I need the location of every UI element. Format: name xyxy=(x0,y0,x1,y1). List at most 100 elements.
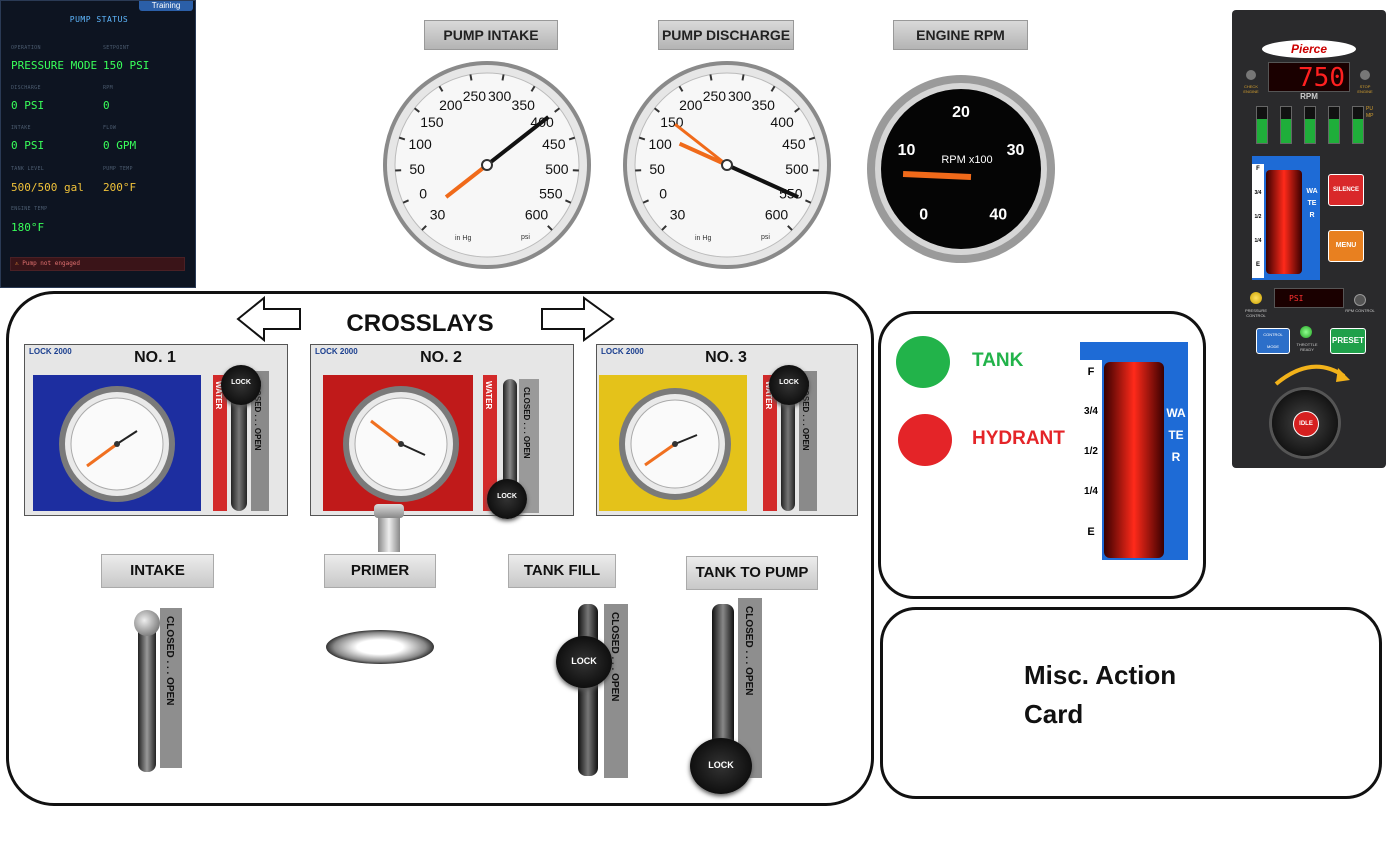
closed-open-text: CLOSED . . . OPEN xyxy=(743,606,754,696)
gauge-tick-label: 250 xyxy=(703,88,727,104)
lock-knob-label: LOCK xyxy=(571,656,597,666)
status-label-intake: INTAKE xyxy=(11,125,31,131)
throttle-ready-label: THROTTLE READY xyxy=(1296,342,1318,352)
throttle-ready-light xyxy=(1300,326,1312,338)
closed-open-text: CLOSED . . . OPEN xyxy=(164,616,175,706)
intake-gauge: 30050100150200250300350400450500550600in… xyxy=(383,61,591,269)
crosslay-card-1[interactable]: LOCK 2000 NO. 1 WATER CLOSED . . . OPEN … xyxy=(24,344,288,516)
level-label: E xyxy=(1087,526,1095,538)
pierce-pressure-governor: Pierce 750 RPM CHECK ENGINE STOP ENGINE … xyxy=(1232,10,1386,468)
rpm-readout-label: RPM xyxy=(1300,92,1318,101)
gauge-tick-label: 450 xyxy=(542,136,566,152)
primer-label: PRIMER xyxy=(324,554,436,588)
status-bar-4 xyxy=(1328,106,1340,144)
rpm-tick-label: 30 xyxy=(1007,142,1025,159)
intake-closed-open-scale: CLOSED . . . OPEN xyxy=(160,608,182,768)
gauge-tick-label: 300 xyxy=(488,88,512,104)
pierce-tank-level: F 3/4 1/2 1/4 E WATER xyxy=(1252,156,1320,280)
misc-action-text: Misc. Action Card xyxy=(1024,656,1176,734)
stop-engine-label: STOP ENGINE xyxy=(1357,84,1373,94)
psi-readout: PSI xyxy=(1274,288,1344,308)
pierce-level-scale: F 3/4 1/2 1/4 E xyxy=(1252,164,1264,278)
status-value-pump-temp: 200°F xyxy=(103,181,137,194)
water-tag-text: WATER xyxy=(484,381,493,410)
level-label: 3/4 xyxy=(1254,190,1262,196)
status-value-tank: 500/500 gal xyxy=(11,181,84,194)
menu-button[interactable]: MENU xyxy=(1328,230,1364,262)
intake-gauge-label: PUMP INTAKE xyxy=(424,20,558,50)
lock-knob-label: LOCK xyxy=(779,379,799,386)
pump-status-panel: Training PUMP STATUS OPERATION SETPOINT … xyxy=(0,0,196,288)
gauge-tick-label: 0 xyxy=(419,186,427,202)
idle-button[interactable]: IDLE xyxy=(1293,411,1319,437)
gauge-tick-mark xyxy=(469,74,473,81)
status-value-operation: PRESSURE MODE xyxy=(11,59,98,72)
status-value-flow: 0 GPM xyxy=(103,139,137,152)
tank-to-pump-lock-knob-icon[interactable]: LOCK xyxy=(690,738,752,794)
check-engine-light xyxy=(1246,70,1256,80)
stop-engine-light xyxy=(1360,70,1370,80)
discharge-gauge-label: PUMP DISCHARGE xyxy=(658,20,794,50)
control-mode-button[interactable]: CONTROL MODE xyxy=(1256,328,1290,354)
gauge-tick-mark xyxy=(741,74,745,81)
gauge-tick-mark xyxy=(709,74,713,81)
lock-knob-label: LOCK xyxy=(708,760,734,770)
pierce-level-fill xyxy=(1266,170,1302,274)
crosslay-card-3[interactable]: LOCK 2000 NO. 3 WATER CLOSED . . . OPEN … xyxy=(596,344,858,516)
gauge-tick-label: 600 xyxy=(525,206,549,222)
status-value-discharge: 0 PSI xyxy=(11,99,45,112)
tank-fill-closed-open-scale: CLOSED . . . OPEN xyxy=(604,604,628,778)
throttle-knob[interactable]: IDLE xyxy=(1272,390,1338,456)
crosslay-pressure-gauge xyxy=(619,388,731,500)
crosslay-number: NO. 1 xyxy=(134,349,176,366)
lock-knob-label: LOCK xyxy=(231,379,251,386)
gauge-tick-label: 450 xyxy=(782,136,806,152)
level-label: F xyxy=(1256,166,1260,172)
rpm-control-label: RPM CONTROL xyxy=(1345,308,1375,313)
crosslay-card-2[interactable]: LOCK 2000 NO. 2 WATER CLOSED . . . OPEN … xyxy=(310,344,574,519)
crosslay-pressure-gauge xyxy=(343,386,459,502)
status-label-rpm: RPM xyxy=(103,85,113,91)
silence-button[interactable]: SILENCE xyxy=(1328,174,1364,206)
lock-knob-icon[interactable]: LOCK xyxy=(221,365,261,405)
training-badge-label: Training xyxy=(151,1,181,10)
rpm-readout: 750 xyxy=(1268,62,1350,93)
tank-fill-lock-knob-icon[interactable]: LOCK xyxy=(556,636,612,688)
hydrant-label: HYDRANT xyxy=(972,428,1065,449)
hydrant-indicator-light[interactable] xyxy=(898,414,952,466)
lock-knob-icon[interactable]: LOCK xyxy=(769,365,809,405)
lock-knob-label: LOCK xyxy=(497,493,517,500)
level-label: E xyxy=(1255,262,1260,268)
rpm-control-light xyxy=(1354,294,1366,306)
gauge-tick-label: 150 xyxy=(420,114,444,130)
primer-button[interactable] xyxy=(326,630,434,664)
arrow-right-icon[interactable] xyxy=(540,294,616,344)
gauge-tick-mark xyxy=(501,74,505,81)
rpm-tick-label: 20 xyxy=(952,104,970,121)
status-label-tank: TANK LEVEL xyxy=(11,166,45,172)
training-badge[interactable]: Training xyxy=(139,1,193,11)
arrow-left-icon[interactable] xyxy=(236,294,302,344)
intake-valve-handle[interactable] xyxy=(138,620,156,772)
tank-fill-valve-handle[interactable] xyxy=(578,604,598,776)
gauge-hub xyxy=(721,159,733,171)
tank-indicator-light[interactable] xyxy=(896,336,950,388)
preset-button[interactable]: PRESET xyxy=(1330,328,1366,354)
level-label: 1/4 xyxy=(1084,486,1098,497)
lock-knob-icon[interactable]: LOCK xyxy=(487,479,527,519)
warning-text: Pump not engaged xyxy=(22,260,81,267)
status-bar-2 xyxy=(1280,106,1292,144)
status-value-setpoint: 150 PSI xyxy=(103,59,150,72)
intake-valve-knob[interactable] xyxy=(134,610,160,636)
gauge-tick-label: 50 xyxy=(409,161,425,177)
crosslay-number: NO. 2 xyxy=(420,349,462,366)
discharge-gauge: 30050100150200250300350400450500550600in… xyxy=(623,61,831,269)
status-label-flow: FLOW xyxy=(103,125,117,131)
gauge-tick-label: 30 xyxy=(670,206,686,222)
level-label: 1/2 xyxy=(1084,446,1098,457)
rpm-gauge: 0 10 20 30 40 RPM x100 xyxy=(867,75,1055,263)
pump-letters: PUMP xyxy=(1366,106,1374,119)
check-engine-label: CHECK ENGINE xyxy=(1243,84,1259,94)
closed-open-text: CLOSED . . . OPEN xyxy=(522,387,531,459)
gauge-tick-label: 500 xyxy=(785,161,809,177)
